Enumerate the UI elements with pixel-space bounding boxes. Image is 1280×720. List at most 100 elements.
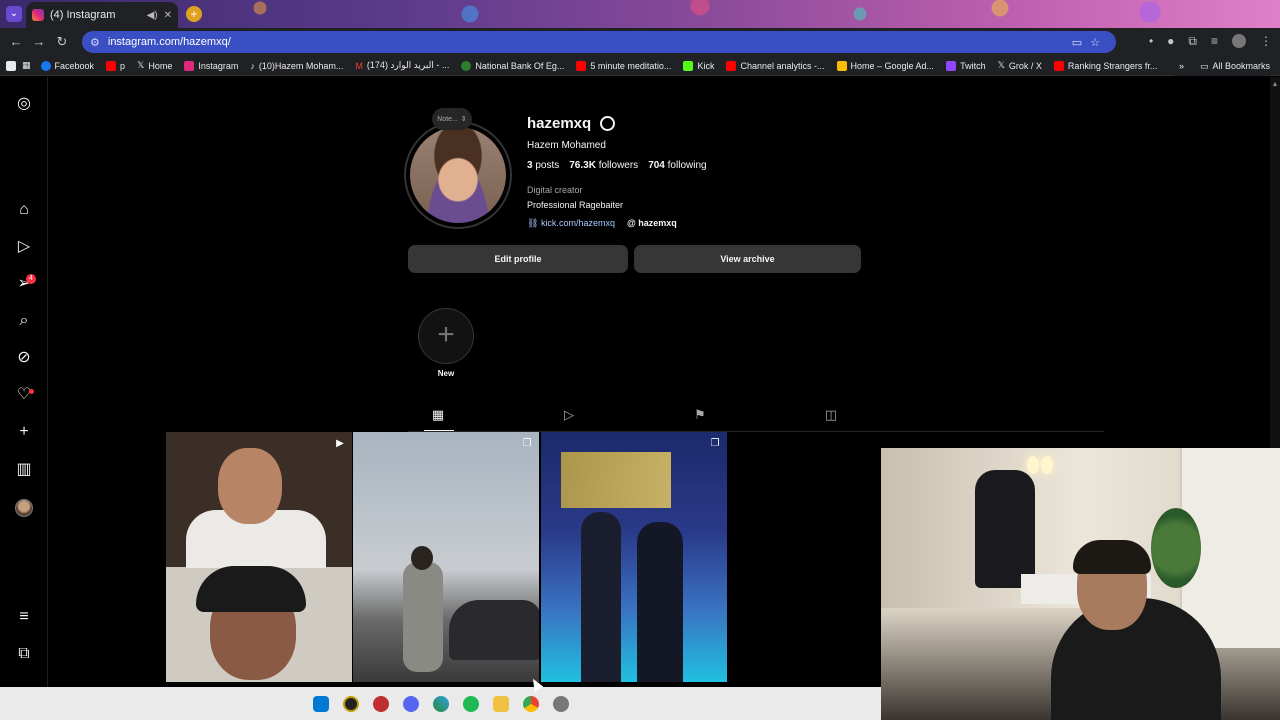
browser-app-icon[interactable] [432, 695, 449, 712]
bookmark-label: p [120, 60, 126, 71]
post-figure [403, 562, 443, 672]
browser-tab-instagram[interactable]: (4) Instagram ◀) ✕ [26, 2, 178, 28]
cam-light [1041, 456, 1053, 474]
more-menu-icon[interactable]: ≡ [14, 607, 34, 627]
bookmark-instagram[interactable]: Instagram [184, 60, 238, 71]
app-icon[interactable] [372, 695, 389, 712]
tagged-tab-icon[interactable]: ◫ [823, 407, 839, 423]
reels-tab-icon[interactable]: ▷ [561, 407, 577, 423]
saved-tab-icon[interactable]: ⚑ [692, 407, 708, 423]
windows-taskbar [0, 687, 881, 720]
windows-start-icon[interactable] [312, 695, 329, 712]
profile-link-text: kick.com/hazemxq [540, 218, 615, 228]
youtube-icon [576, 60, 587, 71]
note-arrows-icon: ⇕ [460, 116, 467, 123]
bookmark-twitch[interactable]: Twitch [946, 60, 986, 71]
post-thumbnail[interactable]: ❐ [541, 432, 727, 682]
tab-search-icon[interactable]: ⌄ [6, 6, 22, 22]
followers-stat[interactable]: 76.3K followers [569, 160, 638, 171]
pin-icon[interactable]: • [1149, 34, 1153, 49]
instagram-logo-icon[interactable]: ◎ [14, 94, 34, 114]
extensions-icon[interactable]: ⧉ [1188, 34, 1197, 49]
bookmark-p[interactable]: p [106, 60, 126, 71]
bookmark-kick[interactable]: Kick [683, 60, 714, 71]
toolbar-icons: • ● ⧉ ≡ ⋮ [1149, 34, 1272, 49]
chevron-right-icon[interactable]: » [1179, 61, 1184, 71]
app-icon[interactable] [342, 695, 359, 712]
discord-icon[interactable] [402, 695, 419, 712]
edit-profile-button[interactable]: Edit profile [408, 245, 628, 273]
post-figure [196, 566, 306, 612]
profile-avatar-icon[interactable] [1232, 34, 1246, 48]
dashboard-icon[interactable]: ▥ [14, 460, 34, 480]
bookmark-label: Facebook [54, 60, 95, 71]
bookmark-ranking[interactable]: Ranking Strangers fr... [1053, 60, 1157, 71]
google-ads-icon [836, 60, 847, 71]
following-stat[interactable]: 704 following [648, 160, 706, 171]
forward-icon[interactable]: → [31, 34, 47, 49]
carousel-icon: ❐ [522, 438, 532, 449]
note-bubble[interactable]: Note... ⇕ [432, 108, 472, 130]
also-from-meta-icon[interactable]: ⧉ [14, 644, 34, 664]
site-info-icon[interactable]: ⚙ [90, 36, 100, 49]
bookmark-tiktok[interactable]: ♪ (10)Hazem Moham... [250, 61, 343, 71]
view-archive-button[interactable]: View archive [634, 245, 861, 273]
reload-icon[interactable]: ↻ [54, 34, 70, 50]
posts-grid-tab-icon[interactable]: ▦ [430, 407, 446, 423]
tab-title: (4) Instagram [50, 9, 116, 21]
address-bar[interactable]: ⚙ instagram.com/hazemxq/ ▭☆ [82, 31, 1116, 53]
menu-icon[interactable]: ⋮ [1260, 34, 1272, 49]
youtube-icon [726, 60, 737, 71]
all-bookmarks-label: All Bookmarks [1212, 61, 1270, 71]
search-icon[interactable]: ⌕ [14, 311, 34, 331]
all-bookmarks-button[interactable]: ▭ All Bookmarks [1200, 61, 1270, 72]
profile-avatar[interactable] [15, 499, 33, 517]
bookmark-gmail[interactable]: M البريد الوارد (174) - ... [355, 60, 449, 71]
create-icon[interactable]: + [14, 422, 34, 442]
explore-icon[interactable]: ⊘ [14, 348, 34, 368]
new-highlight-label: New [437, 369, 455, 378]
chrome-icon[interactable] [522, 695, 539, 712]
followers-count: 76.3K [569, 160, 596, 171]
bookmark-meditation[interactable]: 5 minute meditatio... [576, 60, 671, 71]
bookmark-channel-analytics[interactable]: Channel analytics -... [726, 60, 825, 71]
tiktok-icon: ♪ [250, 60, 255, 71]
back-icon[interactable]: ← [8, 34, 24, 49]
browser-tab-strip: ⌄ (4) Instagram ◀) ✕ + [0, 0, 1280, 28]
bookmark-google-ads[interactable]: Home – Google Ad... [836, 60, 934, 71]
post-thumbnail[interactable]: ❐ [353, 432, 539, 682]
notifications-heart-icon[interactable]: ♡ [14, 385, 34, 405]
audio-icon[interactable]: ◀) [147, 10, 158, 21]
bookmark-nbe[interactable]: National Bank Of Eg... [461, 60, 564, 71]
home-icon[interactable]: ⌂ [14, 200, 34, 220]
profile-picture[interactable] [404, 121, 512, 229]
close-tab-icon[interactable]: ✕ [164, 10, 172, 21]
profile-link[interactable]: ⛓ kick.com/hazemxq [527, 218, 615, 229]
spotify-icon[interactable] [462, 695, 479, 712]
bookmark-label: (10)Hazem Moham... [258, 60, 344, 71]
new-highlight-button[interactable]: + [418, 308, 474, 364]
kick-icon [683, 60, 694, 71]
bookmark-grok[interactable]: 𝕏 Grok / X [998, 60, 1042, 71]
settings-gear-icon[interactable] [600, 116, 615, 131]
new-tab-button[interactable]: + [186, 6, 202, 22]
x-icon: 𝕏 [137, 60, 145, 70]
grid-icon[interactable]: ▦ [22, 60, 31, 71]
post-thumbnail[interactable]: ▶ [166, 432, 352, 682]
settings-icon[interactable] [552, 695, 569, 712]
reading-list-icon[interactable]: ≡ [1211, 34, 1218, 49]
webcam-overlay [881, 448, 1280, 720]
post-figure [449, 600, 539, 660]
omnibox-actions-icon[interactable]: ▭☆ [1072, 36, 1108, 49]
file-explorer-icon[interactable] [492, 695, 509, 712]
twitch-icon [946, 60, 957, 71]
url-text[interactable]: instagram.com/hazemxq/ [108, 36, 1064, 48]
bookmark-x-home[interactable]: 𝕏 Home [137, 60, 172, 71]
bookmark-facebook[interactable]: Facebook [40, 60, 95, 71]
threads-link[interactable]: @ hazemxq [627, 218, 677, 229]
apps-icon[interactable] [6, 60, 16, 71]
scroll-up-icon[interactable]: ▲ [1270, 81, 1280, 88]
reels-icon[interactable]: ▷ [14, 237, 34, 257]
facebook-icon [40, 60, 51, 71]
extension-circle-icon[interactable]: ● [1167, 34, 1174, 49]
